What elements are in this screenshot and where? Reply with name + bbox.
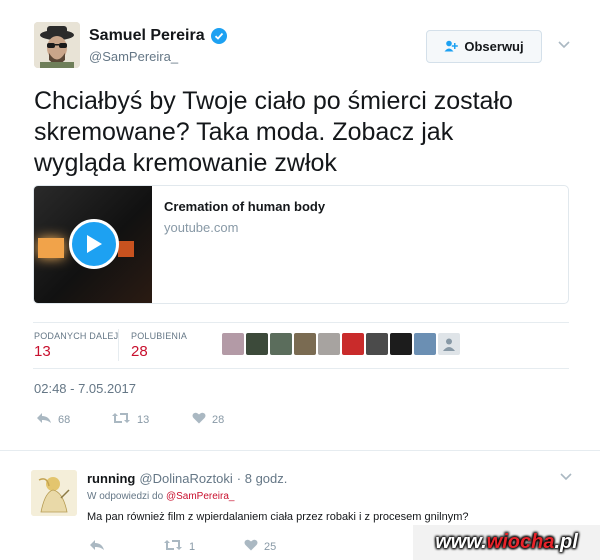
- tweet-line: skremowane? Taka moda. Zobacz jak: [34, 118, 454, 146]
- reply-action[interactable]: 68: [36, 412, 70, 427]
- stats-separator: [118, 329, 119, 361]
- reply-time[interactable]: · 8 godz.: [237, 471, 288, 486]
- tweet-text: Chciałbyś by Twoje ciało po śmierci zost…: [34, 86, 574, 179]
- reply-header: running @DolinaRoztoki · 8 godz.: [87, 471, 287, 486]
- video-thumbnail[interactable]: [34, 186, 152, 303]
- add-user-icon: [444, 39, 459, 55]
- tweet-line: Chciałbyś by Twoje ciało po śmierci zost…: [34, 87, 513, 115]
- divider: [33, 322, 569, 323]
- liker-avatar[interactable]: [414, 333, 436, 355]
- reply-retweet-count: 1: [189, 540, 196, 553]
- author-handle[interactable]: @SamPereira_: [89, 49, 178, 64]
- retweets-count[interactable]: 13: [34, 343, 51, 360]
- in-reply-to-prefix: W odpowiedzi do: [87, 491, 164, 502]
- likers-avatars: [222, 333, 460, 355]
- reply-icon[interactable]: [89, 539, 105, 554]
- liker-avatar[interactable]: [342, 333, 364, 355]
- follow-button[interactable]: Obserwuj: [426, 30, 542, 63]
- reply-reply-action[interactable]: [89, 539, 105, 554]
- reply-author-avatar[interactable]: [31, 470, 77, 516]
- author-name[interactable]: Samuel Pereira: [89, 27, 227, 45]
- like-count: 28: [212, 413, 225, 426]
- in-reply-to-handle[interactable]: @SamPereira_: [166, 491, 235, 502]
- chevron-down-icon[interactable]: [558, 468, 574, 484]
- default-avatar-icon[interactable]: [438, 333, 460, 355]
- reply-like-action[interactable]: 25: [244, 539, 276, 554]
- reply-icon[interactable]: [36, 412, 52, 427]
- card-title[interactable]: Cremation of human body: [164, 199, 325, 214]
- reply-like-count: 25: [264, 540, 277, 553]
- reply-author-name[interactable]: running: [87, 471, 135, 486]
- divider: [33, 368, 569, 369]
- retweet-icon[interactable]: [111, 412, 131, 427]
- heart-icon[interactable]: [244, 539, 258, 554]
- likes-label: POLUBIENIA: [131, 331, 188, 341]
- retweet-count: 13: [137, 413, 150, 426]
- reply-retweet-action[interactable]: 1: [163, 539, 195, 554]
- play-icon[interactable]: [69, 219, 119, 269]
- reply-count: 68: [58, 413, 71, 426]
- card-domain: youtube.com: [164, 220, 239, 235]
- liker-avatar[interactable]: [270, 333, 292, 355]
- link-card[interactable]: Cremation of human body youtube.com: [33, 185, 569, 304]
- retweet-action[interactable]: 13: [111, 412, 149, 427]
- likes-count[interactable]: 28: [131, 343, 148, 360]
- reply-text: Ma pan również film z wpierdalaniem ciał…: [87, 511, 469, 523]
- verified-badge-icon: [210, 28, 227, 44]
- chevron-down-icon[interactable]: [556, 36, 572, 52]
- liker-avatar[interactable]: [366, 333, 388, 355]
- retweets-label: PODANYCH DALEJ: [34, 331, 119, 341]
- liker-avatar[interactable]: [246, 333, 268, 355]
- tweet-line: wygląda kremowanie zwłok: [34, 149, 337, 177]
- site-watermark: www. wiocha .pl: [413, 525, 600, 560]
- heart-icon[interactable]: [192, 412, 206, 427]
- retweet-icon[interactable]: [163, 539, 183, 554]
- in-reply-to: W odpowiedzi do @SamPereira_: [87, 491, 234, 502]
- author-avatar[interactable]: [34, 22, 80, 68]
- tweet-timestamp[interactable]: 02:48 - 7.05.2017: [34, 381, 136, 396]
- liker-avatar[interactable]: [390, 333, 412, 355]
- reply-author-handle[interactable]: @DolinaRoztoki: [139, 471, 232, 486]
- liker-avatar[interactable]: [222, 333, 244, 355]
- like-action[interactable]: 28: [192, 412, 224, 427]
- liker-avatar[interactable]: [294, 333, 316, 355]
- follow-button-label: Obserwuj: [464, 39, 524, 54]
- divider: [0, 450, 600, 451]
- liker-avatar[interactable]: [318, 333, 340, 355]
